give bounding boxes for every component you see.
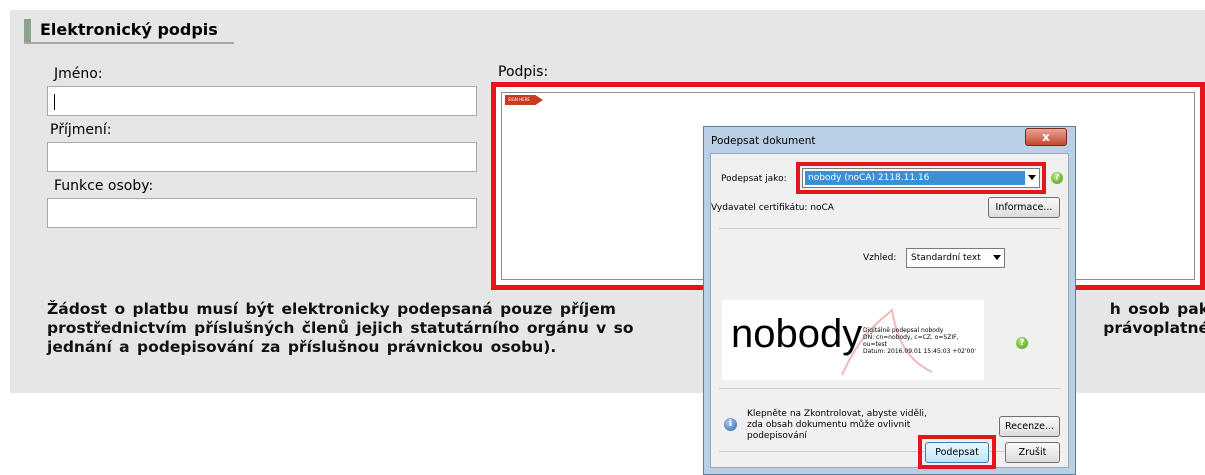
appearance-label: Vzhled:: [863, 253, 897, 263]
divider: [719, 388, 1061, 389]
sign-as-label: Podepsat jako:: [721, 174, 787, 184]
help-icon[interactable]: ?: [1016, 337, 1028, 349]
sign-as-value: nobody (noCA) 2118.11.16: [805, 171, 1025, 185]
info-icon: i: [724, 418, 737, 431]
sign-as-select[interactable]: nobody (noCA) 2118.11.16: [802, 168, 1040, 188]
notice-line2-start: prostřednictvím příslušných členů jejich…: [47, 319, 634, 337]
first-name-input[interactable]: [47, 86, 477, 116]
issuer-label: Vydavatel certifikátu: noCA: [711, 203, 834, 213]
preview-details: Digitálně podepsal nobody DN: cn=nobody,…: [863, 327, 976, 355]
appearance-value: Standardní text: [911, 253, 981, 263]
dialog-title: Podepsat dokument: [711, 135, 816, 147]
help-icon[interactable]: ?: [1051, 172, 1063, 184]
sign-button[interactable]: Podepsat: [925, 442, 989, 463]
last-name-input[interactable]: [47, 142, 477, 172]
preview-name: nobody: [731, 312, 863, 356]
signature-label: Podpis:: [498, 64, 549, 80]
sign-document-dialog: Podepsat dokument x Podepsat jako: nobod…: [703, 126, 1076, 475]
first-name-label: Jméno:: [54, 66, 103, 82]
notice-line1-end: h osob pak: [1109, 300, 1205, 318]
info-button[interactable]: Informace...: [988, 197, 1060, 218]
function-label: Funkce osoby:: [54, 178, 154, 194]
notice-line2-end: právoplatné: [1103, 319, 1205, 337]
notice-line1-start: Žádost o platbu musí být elektronicky po…: [47, 300, 616, 318]
dialog-body: Podepsat jako: nobody (noCA) 2118.11.16 …: [710, 153, 1069, 469]
signature-preview: nobody Digitálně podepsal nobody DN: cn=…: [722, 300, 984, 380]
appearance-select[interactable]: Standardní text: [906, 248, 1005, 268]
divider: [719, 228, 1061, 229]
section-underline: [24, 42, 234, 44]
section-accent-bar: [24, 19, 31, 43]
check-text: Klepněte na Zkontrolovat, abyste viděli,…: [747, 409, 927, 441]
cancel-button[interactable]: Zrušit: [1005, 442, 1060, 463]
section-title: Elektronický podpis: [40, 20, 218, 39]
chevron-down-icon: [993, 255, 1001, 260]
last-name-label: Příjmení:: [50, 122, 112, 138]
sign-here-tag: SIGN HERE: [505, 95, 543, 105]
function-input[interactable]: [47, 198, 477, 228]
chevron-down-icon: [1028, 175, 1036, 180]
text-caret: [54, 94, 55, 110]
notice-line3: jednání a podepisování za příslušnou prá…: [47, 338, 557, 356]
close-icon[interactable]: x: [1025, 128, 1067, 146]
review-button[interactable]: Recenze...: [999, 416, 1060, 437]
